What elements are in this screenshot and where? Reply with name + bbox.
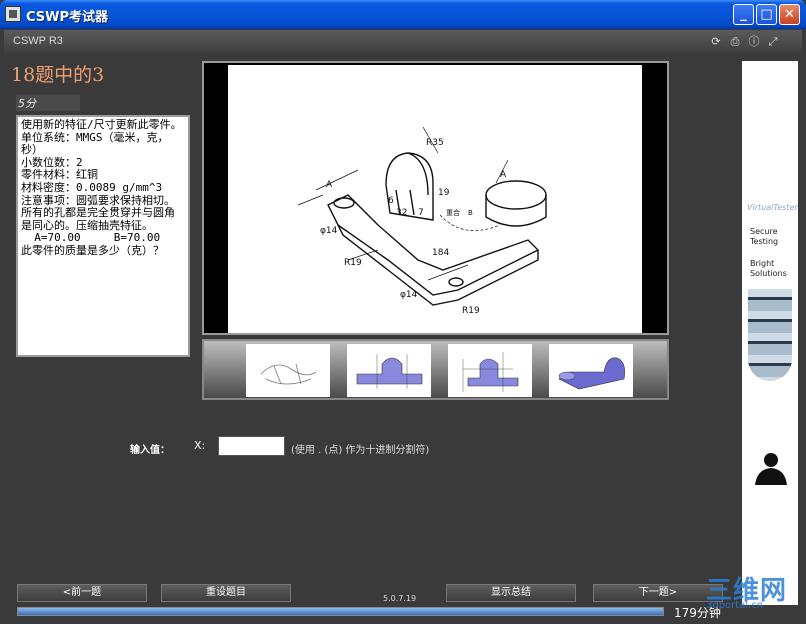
thumbnail-4[interactable] (549, 344, 633, 397)
next-question-button[interactable]: 下一题> (593, 584, 723, 602)
window-title: CSWP考试器 (26, 10, 109, 25)
thumbnail-2[interactable] (347, 344, 431, 397)
answer-axis-label: X: (194, 439, 206, 452)
virtualtester-logo: VirtualTester (747, 203, 798, 212)
dim-r19-right: R19 (462, 306, 480, 316)
dim-19: 19 (438, 188, 450, 198)
question-number: 18题中的3 (11, 64, 105, 86)
secure-testing-label: Secure Testing (750, 227, 779, 246)
brand-label: CSWP R3 (13, 35, 63, 47)
title-bar: CSWP考试器 _ □ ✕ (0, 0, 806, 29)
dim-a-left: A (326, 180, 333, 190)
app-icon[interactable] (5, 6, 21, 22)
refresh-icon[interactable]: ⟳ (710, 36, 722, 48)
watermark-url: 3dportal.cn (706, 600, 764, 611)
drawing-sheet: R35 A 19 6 32 7 重合 B φ14 R19 184 φ14 R19… (228, 65, 642, 333)
dim-r35: R35 (426, 138, 444, 148)
decorative-graphic (748, 289, 792, 381)
app-header: CSWP R3 ⟳ ⎙ ⓘ ⤢ (4, 30, 802, 54)
vendor-sidebar: VirtualTester Secure Testing Bright Solu… (742, 61, 798, 605)
question-points: 5分 (16, 95, 80, 111)
dim-r19-left: R19 (344, 258, 362, 268)
maximize-button[interactable]: □ (756, 4, 777, 25)
part-drawing: R35 A 19 6 32 7 重合 B φ14 R19 184 φ14 R19… (297, 126, 547, 316)
person-silhouette-icon (755, 453, 787, 485)
show-summary-button[interactable]: 显示总结 (446, 584, 576, 602)
close-button[interactable]: ✕ (779, 4, 800, 25)
dim-184: 184 (432, 248, 449, 258)
previous-question-button[interactable]: <前一题 (17, 584, 147, 602)
version-label: 5.0.7.19 (383, 594, 417, 603)
decimal-hint: (使用 . (点) 作为十进制分割符) (291, 445, 430, 456)
reset-question-button[interactable]: 重设题目 (161, 584, 291, 602)
minimize-button[interactable]: _ (733, 4, 754, 25)
print-icon[interactable]: ⎙ (729, 36, 741, 48)
question-text: 使用新的特征/尺寸更新此零件。 单位系统：MMGS（毫米，克，秒） 小数位数：2… (16, 115, 190, 357)
info-icon[interactable]: ⓘ (748, 36, 760, 48)
dim-6: 6 (388, 196, 394, 206)
dim-32: 32 (396, 208, 407, 218)
answer-label: 输入值： (130, 445, 170, 456)
thumbnail-3[interactable] (448, 344, 532, 397)
progress-fill (18, 608, 663, 615)
dim-7: 7 (418, 208, 424, 218)
answer-input[interactable] (218, 436, 285, 456)
fullscreen-icon[interactable]: ⤢ (767, 36, 779, 48)
coincident-note: 重合 (446, 208, 460, 217)
thumbnail-1[interactable] (246, 344, 330, 397)
time-progress-bar (17, 607, 664, 616)
bright-solutions-label: Bright Solutions (750, 259, 787, 278)
drawing-viewer[interactable]: R35 A 19 6 32 7 重合 B φ14 R19 184 φ14 R19… (202, 61, 669, 335)
thumbnail-strip (202, 339, 669, 400)
dim-a-right: A (500, 170, 507, 180)
dim-b: B (468, 209, 473, 217)
dim-phi14-right: φ14 (400, 290, 418, 300)
dim-phi14-left: φ14 (320, 226, 338, 236)
